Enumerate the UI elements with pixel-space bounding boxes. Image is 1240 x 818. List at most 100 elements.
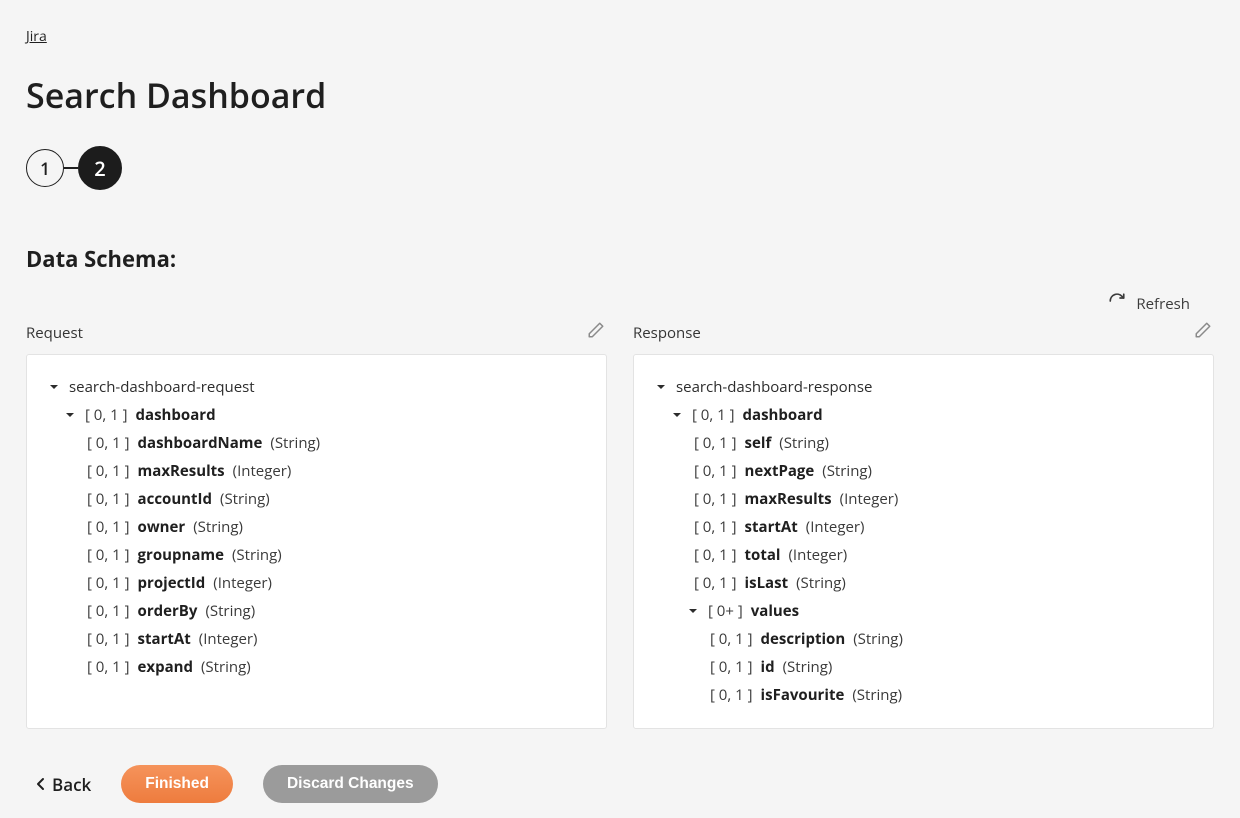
tree-cardinality: [ 0, 1 ]: [85, 405, 128, 425]
tree-cardinality: [ 0, 1 ]: [694, 545, 737, 565]
chevron-down-icon: [47, 381, 61, 393]
tree-group-name: dashboard: [136, 405, 216, 425]
tree-cardinality: [ 0, 1 ]: [710, 685, 753, 705]
tree-cardinality: [ 0, 1 ]: [692, 405, 735, 425]
tree-root[interactable]: search-dashboard-request: [47, 373, 586, 401]
tree-field[interactable]: [ 0, 1 ] description (String): [654, 625, 1193, 653]
tree-field-name: projectId: [138, 573, 206, 593]
refresh-label: Refresh: [1136, 294, 1190, 314]
tree-field-type: (Integer): [840, 489, 899, 509]
tree-field-name: groupname: [138, 545, 224, 565]
request-label: Request: [26, 323, 83, 343]
tree-field-type: (String): [220, 489, 270, 509]
tree-field-name: total: [745, 545, 781, 565]
tree-field-type: (Integer): [213, 573, 272, 593]
tree-field[interactable]: [ 0, 1 ] orderBy (String): [47, 597, 586, 625]
tree-field[interactable]: [ 0, 1 ] isFavourite (String): [654, 681, 1193, 709]
tree-group[interactable]: [ 0, 1 ] dashboard: [47, 401, 586, 429]
tree-field-type: (String): [853, 629, 903, 649]
request-schema-box: search-dashboard-request [ 0, 1 ] dashbo…: [26, 354, 607, 729]
tree-field[interactable]: [ 0, 1 ] isLast (String): [654, 569, 1193, 597]
tree-cardinality: [ 0, 1 ]: [87, 517, 130, 537]
chevron-down-icon: [670, 409, 684, 421]
tree-field-name: isFavourite: [761, 685, 845, 705]
request-panel: Request search-dashboard-request [ 0, 1 …: [26, 315, 607, 729]
tree-cardinality: [ 0, 1 ]: [87, 657, 130, 677]
tree-cardinality: [ 0, 1 ]: [694, 517, 737, 537]
tree-group-name: dashboard: [743, 405, 823, 425]
tree-field-type: (String): [822, 461, 872, 481]
chevron-down-icon: [654, 381, 668, 393]
tree-cardinality: [ 0, 1 ]: [87, 573, 130, 593]
tree-field[interactable]: [ 0, 1 ] total (Integer): [654, 541, 1193, 569]
finished-button[interactable]: Finished: [121, 765, 233, 803]
tree-field-type: (Integer): [233, 461, 292, 481]
tree-group[interactable]: [ 0, 1 ] dashboard: [654, 401, 1193, 429]
step-2[interactable]: 2: [78, 146, 122, 190]
tree-field[interactable]: [ 0, 1 ] owner (String): [47, 513, 586, 541]
tree-field-name: owner: [138, 517, 186, 537]
refresh-button[interactable]: Refresh: [1108, 292, 1190, 315]
tree-field-type: (Integer): [789, 545, 848, 565]
back-label: Back: [52, 773, 91, 796]
tree-field[interactable]: [ 0, 1 ] maxResults (Integer): [47, 457, 586, 485]
tree-field-name: maxResults: [138, 461, 225, 481]
tree-field[interactable]: [ 0, 1 ] startAt (Integer): [654, 513, 1193, 541]
discard-changes-button[interactable]: Discard Changes: [263, 765, 438, 803]
tree-cardinality: [ 0, 1 ]: [87, 629, 130, 649]
tree-field-name: maxResults: [745, 489, 832, 509]
tree-field-type: (String): [796, 573, 846, 593]
tree-field[interactable]: [ 0, 1 ] expand (String): [47, 653, 586, 681]
tree-field-name: id: [761, 657, 775, 677]
tree-cardinality: [ 0, 1 ]: [87, 461, 130, 481]
tree-field-name: startAt: [745, 517, 798, 537]
tree-field[interactable]: [ 0, 1 ] id (String): [654, 653, 1193, 681]
tree-field[interactable]: [ 0, 1 ] dashboardName (String): [47, 429, 586, 457]
wizard-stepper: 1 2: [26, 146, 1214, 190]
tree-cardinality: [ 0, 1 ]: [710, 657, 753, 677]
tree-field-type: (String): [852, 685, 902, 705]
tree-cardinality: [ 0, 1 ]: [87, 601, 130, 621]
tree-field[interactable]: [ 0, 1 ] startAt (Integer): [47, 625, 586, 653]
tree-field-type: (String): [232, 545, 282, 565]
response-schema-box: search-dashboard-response [ 0, 1 ] dashb…: [633, 354, 1214, 729]
data-schema-heading: Data Schema:: [26, 244, 1214, 274]
tree-group-name: values: [751, 601, 799, 621]
tree-cardinality: [ 0, 1 ]: [694, 573, 737, 593]
breadcrumb-jira[interactable]: Jira: [26, 27, 47, 46]
tree-field[interactable]: [ 0, 1 ] accountId (String): [47, 485, 586, 513]
tree-field-type: (String): [205, 601, 255, 621]
tree-field-type: (String): [779, 433, 829, 453]
refresh-icon: [1108, 292, 1126, 315]
chevron-down-icon: [63, 409, 77, 421]
tree-root-label: search-dashboard-request: [69, 377, 255, 397]
tree-root-label: search-dashboard-response: [676, 377, 872, 397]
tree-field[interactable]: [ 0, 1 ] projectId (Integer): [47, 569, 586, 597]
step-connector: [64, 167, 78, 169]
tree-field[interactable]: [ 0, 1 ] self (String): [654, 429, 1193, 457]
tree-field-type: (String): [201, 657, 251, 677]
tree-cardinality: [ 0, 1 ]: [694, 489, 737, 509]
tree-cardinality: [ 0, 1 ]: [87, 545, 130, 565]
tree-field-type: (Integer): [806, 517, 865, 537]
tree-field-name: self: [745, 433, 772, 453]
tree-field-name: accountId: [138, 489, 212, 509]
tree-group-values[interactable]: [ 0+ ] values: [654, 597, 1193, 625]
response-label: Response: [633, 323, 701, 343]
tree-cardinality: [ 0, 1 ]: [694, 461, 737, 481]
tree-field[interactable]: [ 0, 1 ] nextPage (String): [654, 457, 1193, 485]
tree-field-name: description: [761, 629, 846, 649]
chevron-down-icon: [686, 605, 700, 617]
tree-field-type: (Integer): [199, 629, 258, 649]
tree-field-type: (String): [193, 517, 243, 537]
pencil-icon[interactable]: [587, 321, 605, 344]
tree-cardinality: [ 0, 1 ]: [694, 433, 737, 453]
back-button[interactable]: Back: [36, 773, 91, 796]
tree-field[interactable]: [ 0, 1 ] maxResults (Integer): [654, 485, 1193, 513]
tree-field[interactable]: [ 0, 1 ] groupname (String): [47, 541, 586, 569]
tree-field-type: (String): [783, 657, 833, 677]
pencil-icon[interactable]: [1194, 321, 1212, 344]
step-1[interactable]: 1: [26, 149, 64, 187]
tree-field-name: nextPage: [745, 461, 815, 481]
tree-root[interactable]: search-dashboard-response: [654, 373, 1193, 401]
